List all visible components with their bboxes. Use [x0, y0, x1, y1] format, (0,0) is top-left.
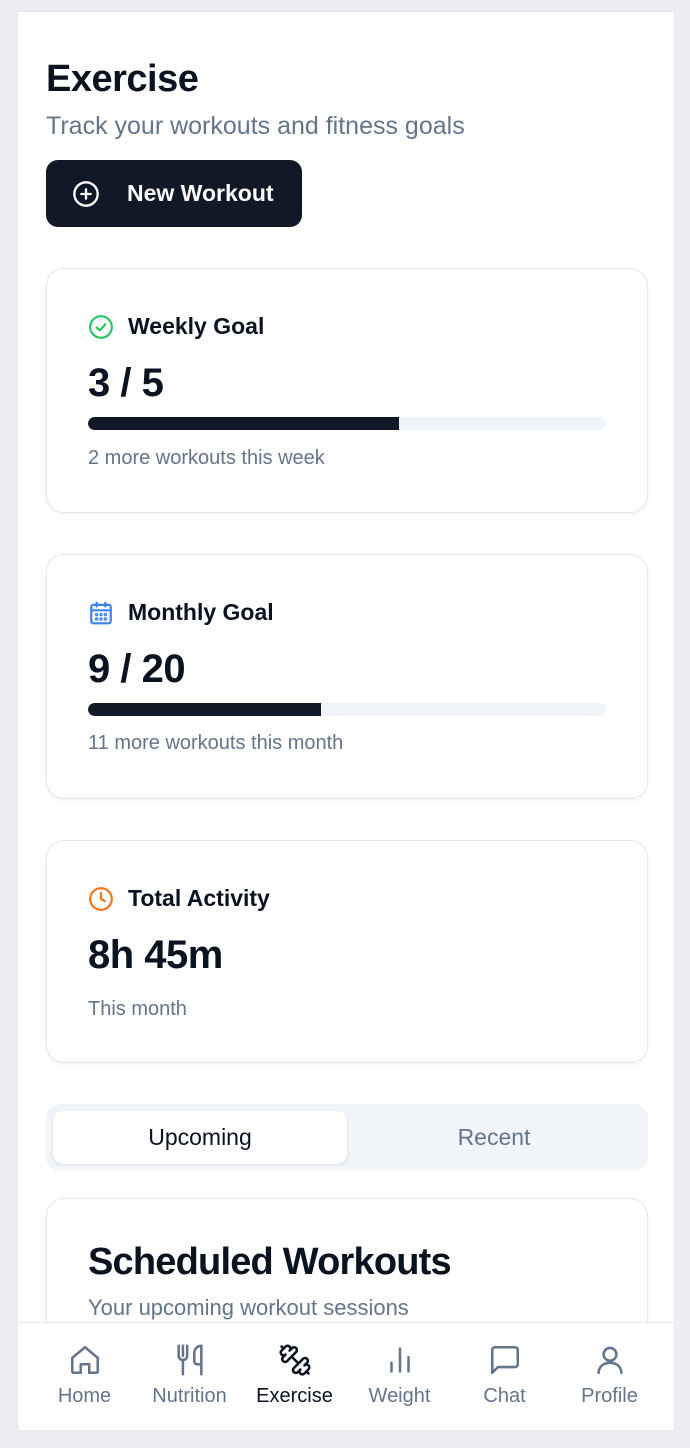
weekly-goal-note: 2 more workouts this week [88, 447, 325, 469]
page-title: Exercise [46, 58, 199, 100]
weekly-goal-value: 3 / 5 [88, 361, 164, 405]
monthly-goal-note: 11 more workouts this month [88, 732, 344, 754]
dumbbell-icon [278, 1344, 311, 1376]
total-activity-value: 8h 45m [88, 933, 223, 977]
home-icon [70, 1345, 99, 1375]
monthly-goal-value: 9 / 20 [88, 647, 186, 691]
nav-exercise[interactable]: Exercise [242, 1323, 347, 1430]
plus-circle-icon [72, 180, 100, 208]
nav-chat-label: Chat [483, 1385, 526, 1407]
calendar-icon [90, 601, 112, 624]
monthly-goal-header: Monthly Goal [88, 599, 274, 626]
weekly-goal-label: Weekly Goal [128, 313, 265, 339]
app-frame: Exercise Track your workouts and fitness… [17, 11, 675, 1431]
nav-home-label: Home [57, 1385, 112, 1407]
utensils-icon [176, 1344, 203, 1376]
weekly-goal-progress [88, 417, 606, 430]
scheduled-workouts-card: Scheduled Workouts Your upcoming workout… [46, 1198, 648, 1322]
monthly-goal-card: Monthly Goal 9 / 20 11 more workouts thi… [46, 554, 648, 799]
total-activity-label: Total Activity [128, 885, 270, 911]
tab-recent[interactable]: Recent [347, 1111, 641, 1164]
workout-tabs: Upcoming Recent [46, 1104, 648, 1171]
main-content: Exercise Track your workouts and fitness… [18, 12, 674, 1322]
total-activity-header: Total Activity [88, 885, 270, 912]
total-activity-note: This month [88, 998, 187, 1020]
nav-weight[interactable]: Weight [347, 1323, 452, 1430]
check-circle-icon [89, 314, 113, 339]
clock-icon [89, 886, 113, 911]
monthly-goal-progress-fill [88, 703, 322, 716]
chat-icon [490, 1345, 519, 1375]
weekly-goal-card: Weekly Goal 3 / 5 2 more workouts this w… [46, 268, 648, 513]
bottom-nav: Home Nutrition Exercise Weight Chat Prof… [18, 1322, 674, 1430]
bar-chart-icon [389, 1347, 410, 1373]
page-subtitle: Track your workouts and fitness goals [46, 112, 465, 140]
nav-chat[interactable]: Chat [452, 1323, 557, 1430]
monthly-goal-label: Monthly Goal [128, 599, 274, 625]
monthly-goal-progress [88, 703, 606, 716]
tab-upcoming[interactable]: Upcoming [53, 1111, 347, 1164]
nav-profile-label: Profile [581, 1385, 638, 1407]
scheduled-workouts-title: Scheduled Workouts [88, 1241, 452, 1283]
total-activity-card: Total Activity 8h 45m This month [46, 840, 648, 1063]
nav-profile[interactable]: Profile [557, 1323, 662, 1430]
nav-nutrition-label: Nutrition [152, 1385, 227, 1407]
weekly-goal-header: Weekly Goal [88, 313, 264, 340]
user-icon [596, 1346, 623, 1375]
new-workout-button[interactable]: New Workout [46, 160, 302, 227]
nav-home[interactable]: Home [32, 1323, 137, 1430]
weekly-goal-progress-fill [88, 417, 399, 430]
nav-weight-label: Weight [368, 1385, 431, 1407]
nav-nutrition[interactable]: Nutrition [137, 1323, 242, 1430]
nav-exercise-label: Exercise [256, 1385, 333, 1407]
new-workout-label: New Workout [127, 180, 274, 206]
scheduled-workouts-subtitle: Your upcoming workout sessions [88, 1295, 409, 1320]
